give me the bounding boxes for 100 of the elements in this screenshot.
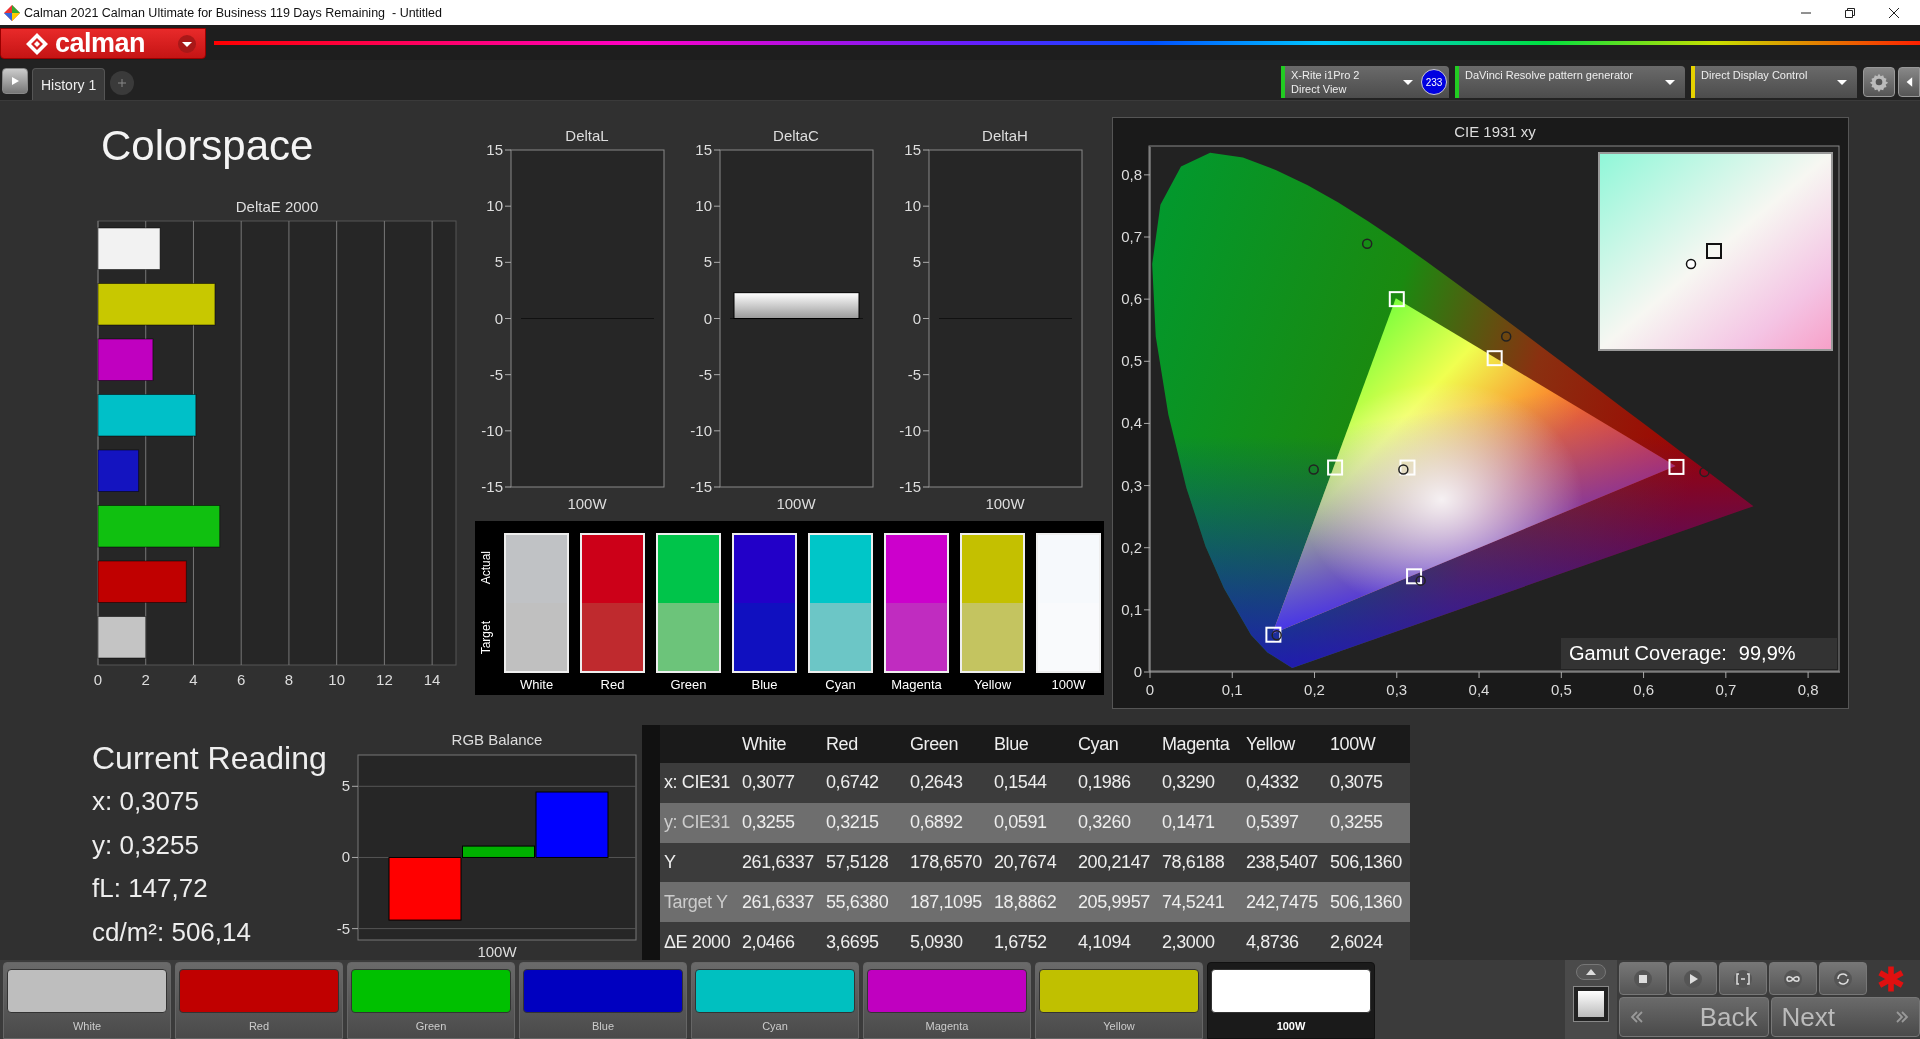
play-button[interactable] xyxy=(2,68,28,94)
axis-label: -10 xyxy=(690,421,712,439)
table-cell: 74,5241 xyxy=(1158,882,1242,923)
target-marker xyxy=(1668,458,1685,475)
axis-label: 0,3 xyxy=(1386,681,1408,698)
table-cell: 261,6337 xyxy=(738,842,822,883)
patch-button[interactable]: Red xyxy=(175,962,343,1039)
patch-button[interactable]: Blue xyxy=(519,962,687,1039)
axis-label: -5 xyxy=(698,365,712,383)
table-cell: 57,5128 xyxy=(822,842,906,883)
settings-button[interactable] xyxy=(1863,67,1895,97)
column-header: Cyan xyxy=(1074,725,1158,763)
row-label: x: CIE31 xyxy=(660,763,738,803)
row-label: ΔE 2000 xyxy=(660,922,738,960)
table-cell: 3,6695 xyxy=(822,922,906,960)
play-button[interactable] xyxy=(1669,962,1717,995)
measured-marker xyxy=(1699,466,1710,478)
axis-label: 0,6 xyxy=(1633,681,1654,698)
device-selector[interactable]: DaVinci Resolve pattern generator xyxy=(1455,66,1685,98)
back-button[interactable]: Back xyxy=(1619,997,1769,1037)
patch-button[interactable]: Green xyxy=(347,962,515,1039)
axis-label: -10 xyxy=(481,421,503,439)
table-cell: 0,1986 xyxy=(1074,763,1158,803)
column-header: Yellow xyxy=(1242,725,1326,763)
device-selector[interactable]: Direct Display Control xyxy=(1691,66,1857,98)
axis-label: 0 xyxy=(341,848,350,866)
table-cell: 261,6337 xyxy=(738,882,822,923)
table-cell: 20,7674 xyxy=(990,842,1074,883)
table-cell: 0,3290 xyxy=(1158,763,1242,803)
double-chevron-right-icon xyxy=(1895,1011,1909,1023)
target-marker xyxy=(1406,568,1423,585)
reading-value: y: 0,3255 xyxy=(92,828,200,862)
asterisk-icon xyxy=(1877,964,1905,993)
table-cell: 0,5397 xyxy=(1242,802,1326,843)
close-icon[interactable] xyxy=(1888,6,1900,19)
refresh-button[interactable] xyxy=(1819,962,1867,995)
table-cell: 4,1094 xyxy=(1074,922,1158,960)
scroll-up-button[interactable] xyxy=(1576,964,1606,980)
chart-title: RGB Balance xyxy=(451,731,543,748)
table-cell: 242,7475 xyxy=(1242,882,1326,923)
row-label: Target Y xyxy=(660,882,738,923)
next-button[interactable]: Next xyxy=(1770,997,1920,1037)
axis-label: -15 xyxy=(481,478,503,495)
target-marker xyxy=(1265,626,1282,643)
table-cell: 4,8736 xyxy=(1242,922,1326,960)
table-cell: 238,5407 xyxy=(1242,842,1326,883)
collapse-button[interactable] xyxy=(1898,67,1920,97)
axis-label: 100W xyxy=(477,943,517,960)
table-cell: 0,2643 xyxy=(906,763,990,803)
chart-title: DeltaC xyxy=(773,129,819,144)
add-tab-icon[interactable] xyxy=(109,70,136,96)
patch-button[interactable]: Magenta xyxy=(863,962,1031,1039)
app-menu-button[interactable]: calman xyxy=(0,28,206,59)
reading-value: cd/m²: 506,14 xyxy=(92,915,252,949)
axis-label: 0,1 xyxy=(1221,681,1243,698)
axis-label: 0 xyxy=(1145,681,1155,698)
reading-value: x: 0,3075 xyxy=(92,785,200,818)
continuous-button[interactable] xyxy=(1769,962,1817,995)
table-cell: 178,6570 xyxy=(906,842,990,883)
chart-title: DeltaE 2000 xyxy=(235,199,319,215)
up-triangle-icon xyxy=(1586,969,1596,975)
axis-label: 4 xyxy=(189,671,198,688)
axis-label: -10 xyxy=(899,421,921,439)
table-cell: 2,0466 xyxy=(738,922,822,960)
axis-label: 5 xyxy=(912,253,921,271)
axis-label: 0 xyxy=(1133,663,1142,680)
table-cell: 1,6752 xyxy=(990,922,1074,960)
device-selector[interactable]: X-Rite i1Pro 2 Direct View 233 xyxy=(1281,66,1449,98)
target-marker xyxy=(1327,459,1344,476)
axis-label: 5 xyxy=(703,253,712,271)
axis-label: 0 xyxy=(494,309,503,327)
axis-label: 10 xyxy=(328,671,345,688)
axis-label: 0,2 xyxy=(1121,538,1142,556)
axis-label: 0,5 xyxy=(1121,352,1142,370)
history-tab[interactable]: History 1 xyxy=(32,68,106,100)
play-icon xyxy=(1683,968,1703,989)
axis-label: 0,4 xyxy=(1468,681,1490,698)
infinity-icon xyxy=(1783,968,1803,989)
swatch-label: Cyan xyxy=(825,677,856,692)
chart-title: DeltaL xyxy=(565,129,609,144)
caret-icon xyxy=(1837,80,1847,85)
patch-button[interactable]: 100W xyxy=(1207,962,1375,1039)
table-cell: 0,3077 xyxy=(738,763,822,803)
axis-label: 10 xyxy=(486,197,503,215)
swatch-label: Green xyxy=(670,677,707,692)
patch-button[interactable]: White xyxy=(3,962,171,1039)
diamond-logo-icon xyxy=(25,31,49,56)
chart-title: DeltaH xyxy=(982,129,1028,144)
patch-button[interactable]: Yellow xyxy=(1035,962,1203,1039)
axis-label: 12 xyxy=(376,671,393,688)
page-title: Colorspace xyxy=(101,121,315,171)
square-button[interactable] xyxy=(1573,986,1609,1022)
read-series-button[interactable] xyxy=(1719,962,1767,995)
patch-button[interactable]: Cyan xyxy=(691,962,859,1039)
stop-button[interactable] xyxy=(1619,962,1667,995)
axis-label: 0 xyxy=(703,309,712,327)
measured-marker xyxy=(1398,464,1409,475)
restore-icon[interactable] xyxy=(1844,6,1856,19)
column-header: Red xyxy=(822,725,906,763)
left-triangle-icon xyxy=(1905,76,1913,88)
